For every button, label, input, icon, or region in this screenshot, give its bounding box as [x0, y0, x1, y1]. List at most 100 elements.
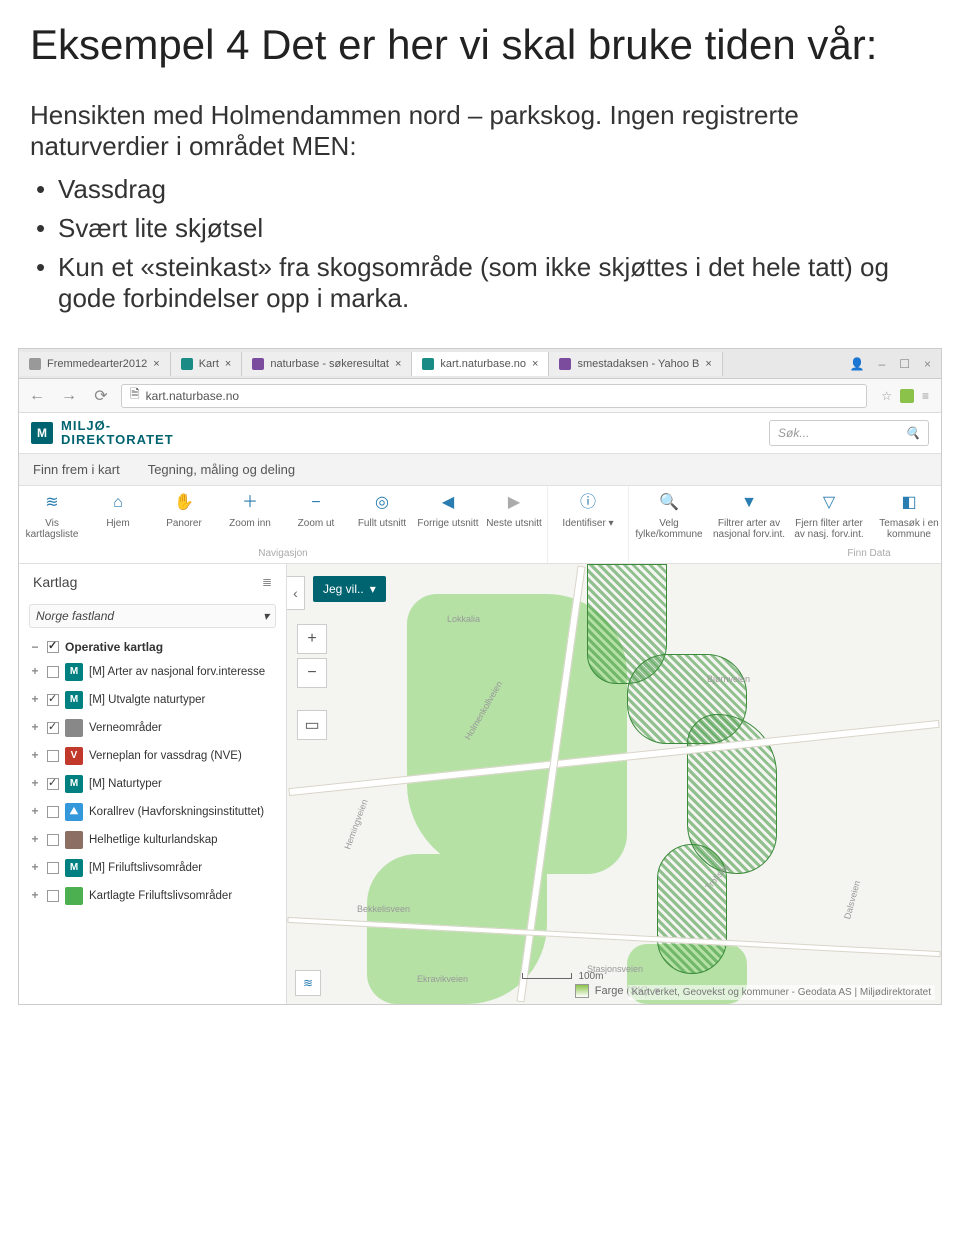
- layer-group-header[interactable]: − Operative kartlag: [19, 636, 286, 658]
- layer-checkbox[interactable]: [47, 694, 59, 706]
- sidebar-collapse-button[interactable]: ‹: [287, 576, 305, 610]
- layer-row-2[interactable]: +Verneområder: [19, 714, 286, 742]
- tool-zoom-in[interactable]: ＋Zoom inn: [217, 486, 283, 546]
- tool-full-extent[interactable]: ◎Fullt utsnitt: [349, 486, 415, 546]
- layer-checkbox[interactable]: [47, 862, 59, 874]
- url-input[interactable]: 🗎 kart.naturbase.no: [121, 384, 867, 408]
- theme-icon: ◧: [898, 492, 920, 514]
- layer-checkbox[interactable]: [47, 778, 59, 790]
- info-icon: ⓘ: [577, 492, 599, 514]
- page-icon: 🗎: [130, 385, 140, 406]
- layer-checkbox[interactable]: [47, 750, 59, 762]
- bullet-3: Kun et «steinkast» fra skogsområde (som …: [30, 248, 930, 318]
- layer-checkbox[interactable]: [47, 834, 59, 846]
- toolbar-group-nav: ≋Vis kartlagsliste ⌂Hjem ✋Panorer ＋Zoom …: [19, 486, 548, 563]
- brand[interactable]: M MILJØ- DIREKTORATET: [31, 419, 174, 446]
- search-icon: 🔍: [658, 492, 680, 514]
- close-icon[interactable]: ×: [153, 358, 159, 370]
- tool-filter-kartlag[interactable]: ▼Filter kartlag: [949, 486, 960, 546]
- user-icon[interactable]: 👤: [850, 357, 865, 371]
- back-button[interactable]: ←: [25, 384, 49, 408]
- tool-velg-fylke[interactable]: 🔍Velg fylke/kommune: [629, 486, 709, 546]
- tab-3[interactable]: kart.naturbase.no×: [412, 352, 549, 376]
- zoom-out-button[interactable]: −: [297, 658, 327, 688]
- layer-icon: M: [65, 691, 83, 709]
- tool-filter-arter[interactable]: ▼Filtrer arter av nasjonal forv.int.: [709, 486, 789, 546]
- extension-icon[interactable]: [900, 389, 914, 403]
- tool-pan[interactable]: ✋Panorer: [151, 486, 217, 546]
- forward-button[interactable]: →: [57, 384, 81, 408]
- layer-row-5[interactable]: +⛰Korallrev (Havforskningsinstituttet): [19, 798, 286, 826]
- region-select[interactable]: Norge fastland ▾: [29, 604, 276, 628]
- layer-icon: [65, 719, 83, 737]
- layer-checkbox[interactable]: [47, 890, 59, 902]
- layers-stack-icon[interactable]: ≋: [295, 970, 321, 996]
- layer-row-1[interactable]: +M[M] Utvalgte naturtyper: [19, 686, 286, 714]
- chevron-down-icon: ▾: [263, 609, 269, 623]
- favicon-icon: [252, 358, 264, 370]
- reload-button[interactable]: ⟳: [89, 384, 113, 408]
- tool-temasok[interactable]: ◧Temasøk i en kommune: [869, 486, 949, 546]
- window-controls: 👤 – ☐ ×: [850, 357, 941, 371]
- favicon-icon: [559, 358, 571, 370]
- layer-row-7[interactable]: +M[M] Friluftslivsområder: [19, 854, 286, 882]
- tab-4[interactable]: smestadaksen - Yahoo B×: [549, 352, 722, 376]
- tab-2[interactable]: naturbase - søkeresultat×: [242, 352, 412, 376]
- favicon-icon: [422, 358, 434, 370]
- tab-1[interactable]: Kart×: [171, 352, 243, 376]
- tab-0[interactable]: Fremmedearter2012×: [19, 352, 171, 376]
- map-canvas[interactable]: Lokkalia Bjørnveien Holmenkollveien Hemi…: [287, 564, 941, 1004]
- favicon-icon: [29, 358, 41, 370]
- next-icon: ▶: [503, 492, 525, 514]
- menu-tegning[interactable]: Tegning, måling og deling: [148, 462, 295, 477]
- layer-row-3[interactable]: +VVerneplan for vassdrag (NVE): [19, 742, 286, 770]
- map-background: Lokkalia Bjørnveien Holmenkollveien Hemi…: [287, 564, 941, 1004]
- search-input[interactable]: Søk... 🔍: [769, 420, 929, 446]
- tool-clear-filter[interactable]: ▽Fjern filter arter av nasj. forv.int.: [789, 486, 869, 546]
- close-icon[interactable]: ×: [532, 358, 538, 370]
- tool-zoom-out[interactable]: −Zoom ut: [283, 486, 349, 546]
- layer-checkbox[interactable]: [47, 806, 59, 818]
- close-button[interactable]: ×: [924, 357, 931, 371]
- menu-finn[interactable]: Finn frem i kart: [33, 462, 120, 477]
- basemap-icon: [575, 984, 589, 998]
- layer-row-6[interactable]: +Helhetlige kulturlandskap: [19, 826, 286, 854]
- tool-prev-extent[interactable]: ◀Forrige utsnitt: [415, 486, 481, 546]
- zoom-in-button[interactable]: +: [297, 624, 327, 654]
- star-icon[interactable]: ☆: [881, 389, 892, 403]
- main-panel: Kartlag ≣ Norge fastland ▾ − Operative k…: [19, 564, 941, 1004]
- menu-icon[interactable]: ≡: [922, 389, 929, 403]
- layer-row-0[interactable]: +M[M] Arter av nasjonal forv.interesse: [19, 658, 286, 686]
- checkbox-all[interactable]: [47, 641, 59, 653]
- layer-row-8[interactable]: +Kartlagte Friluftslivsområder: [19, 882, 286, 910]
- close-icon[interactable]: ×: [395, 358, 401, 370]
- layer-checkbox[interactable]: [47, 666, 59, 678]
- bullet-2: Svært lite skjøtsel: [30, 209, 930, 248]
- list-view-icon[interactable]: ≣: [262, 575, 272, 589]
- jeg-vil-button[interactable]: Jeg vil..▾: [313, 576, 386, 602]
- home-icon: ⌂: [107, 492, 129, 514]
- close-icon[interactable]: ×: [705, 358, 711, 370]
- layer-checkbox[interactable]: [47, 722, 59, 734]
- tab-strip: Fremmedearter2012× Kart× naturbase - søk…: [19, 349, 941, 379]
- minimize-button[interactable]: –: [879, 357, 886, 371]
- hand-icon: ✋: [173, 492, 195, 514]
- layer-row-4[interactable]: +M[M] Naturtyper: [19, 770, 286, 798]
- url-text: kart.naturbase.no: [146, 389, 239, 403]
- tool-layerlist[interactable]: ≋Vis kartlagsliste: [19, 486, 85, 546]
- layer-icon: ⛰: [65, 803, 83, 821]
- tool-identify[interactable]: ⓘIdentifiser ▾: [548, 486, 628, 535]
- layer-icon: [65, 831, 83, 849]
- tool-home[interactable]: ⌂Hjem: [85, 486, 151, 546]
- bullet-1: Vassdrag: [30, 170, 930, 209]
- toolbar-group-data: 🔍Velg fylke/kommune ▼Filtrer arter av na…: [629, 486, 960, 563]
- layers-icon: ≋: [41, 492, 63, 514]
- favicon-icon: [181, 358, 193, 370]
- toolbar: ≋Vis kartlagsliste ⌂Hjem ✋Panorer ＋Zoom …: [19, 486, 941, 564]
- maximize-button[interactable]: ☐: [899, 357, 910, 371]
- group-title-nav: Navigasjon: [258, 546, 307, 563]
- bookmark-button[interactable]: ▭: [297, 710, 327, 740]
- map-attribution: Kartverket, Geovekst og kommuner - Geoda…: [628, 985, 935, 1000]
- sidebar: Kartlag ≣ Norge fastland ▾ − Operative k…: [19, 564, 287, 1004]
- close-icon[interactable]: ×: [225, 358, 231, 370]
